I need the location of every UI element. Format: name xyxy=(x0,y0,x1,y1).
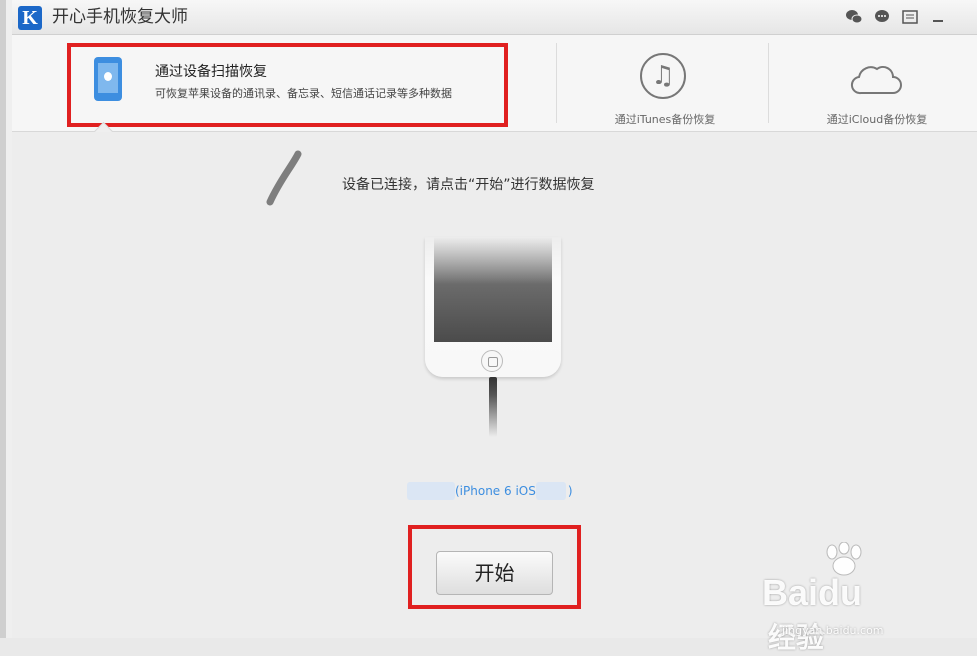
iphone-illustration xyxy=(425,237,561,377)
iphone-screen xyxy=(434,237,552,342)
connection-status: 设备已连接，请点击“开始”进行数据恢复 xyxy=(342,177,595,193)
tab-itunes-label: 通过iTunes备份恢复 xyxy=(614,113,716,126)
redacted-text xyxy=(536,482,566,500)
watermark-brand: Baidu经验 xyxy=(762,572,863,653)
watermark-url: jingyan.baidu.com xyxy=(782,624,884,637)
lightning-cable xyxy=(489,377,497,437)
title-bar[interactable]: K 开心手机恢复大师 xyxy=(12,0,977,35)
tab-icloud[interactable]: 通过iCloud备份恢复 xyxy=(772,35,977,131)
main-panel: 设备已连接，请点击“开始”进行数据恢复 (iPhone 6 iOS) 开始 Ba… xyxy=(12,132,977,653)
baidu-paw-icon xyxy=(826,542,862,576)
music-note-icon: ♫ xyxy=(640,53,686,99)
recovery-mode-tabs: 通过设备扫描恢复 可恢复苹果设备的通讯录、备忘录、短信通话记录等多种数据 ♫ 通… xyxy=(12,35,977,144)
home-button-icon xyxy=(481,350,503,372)
minimize-icon[interactable] xyxy=(929,8,947,26)
wechat-icon[interactable] xyxy=(845,8,863,26)
cloud-icon xyxy=(850,66,902,95)
loading-stroke-icon xyxy=(266,150,302,206)
app-title: 开心手机恢复大师 xyxy=(52,7,188,27)
tab-icloud-label: 通过iCloud备份恢复 xyxy=(826,113,928,126)
device-scan-highlight xyxy=(67,43,508,127)
start-button[interactable]: 开始 xyxy=(436,551,553,595)
tab-divider xyxy=(556,43,557,123)
tab-divider xyxy=(768,43,769,123)
app-logo: K xyxy=(18,6,42,30)
menu-icon[interactable] xyxy=(901,8,919,26)
chat-bubble-icon[interactable] xyxy=(873,8,891,26)
tab-itunes[interactable]: ♫ 通过iTunes备份恢复 xyxy=(560,35,770,131)
app-window: K 开心手机恢复大师 通过设备扫描恢复 可恢复苹果设备的通讯录、备忘录、短信通话… xyxy=(0,0,977,653)
title-bar-icons xyxy=(845,8,947,26)
